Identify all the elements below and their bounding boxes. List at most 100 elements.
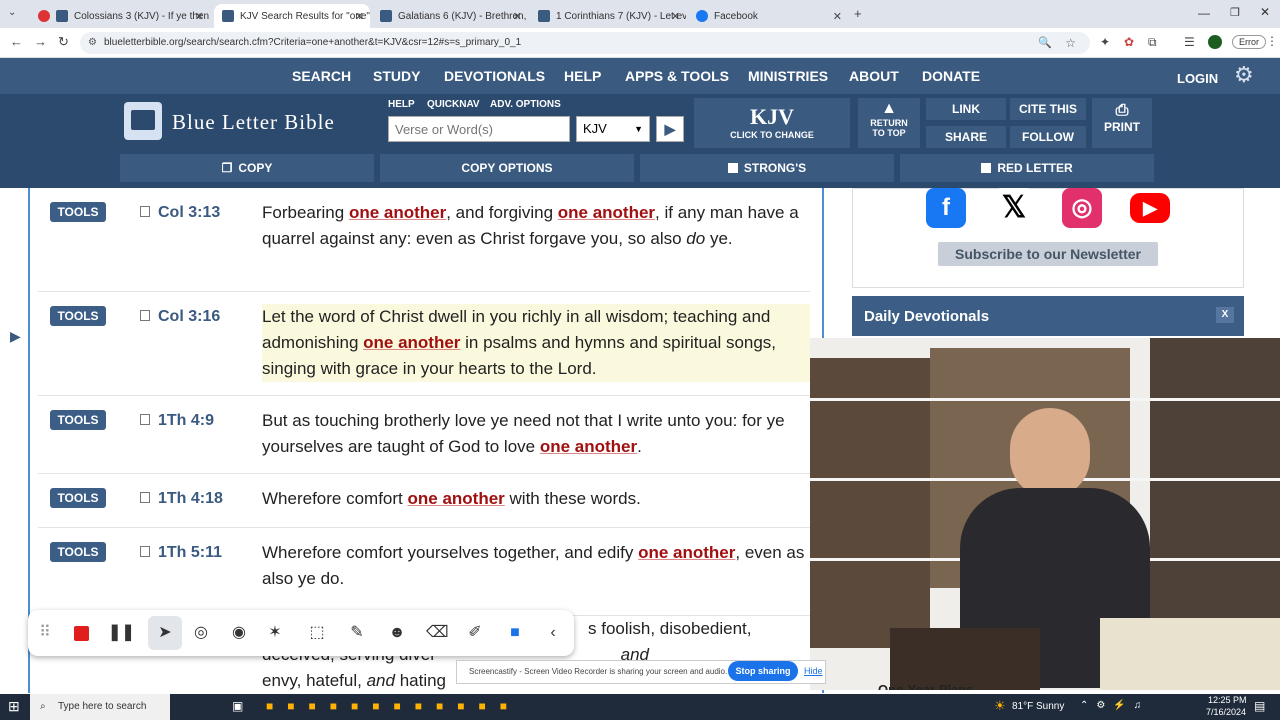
verse-reference[interactable]: 1Th 4:18 [140,490,223,508]
copy-verse-icon[interactable] [140,414,150,425]
extension-icon[interactable]: ✦ [1100,35,1110,49]
blb-logo-icon[interactable] [124,102,162,140]
tab-facebook[interactable]: Facebook ✕ [688,4,848,28]
nav-search[interactable]: SEARCH [292,68,351,84]
nav-donate[interactable]: DONATE [922,68,980,84]
tab-close-icon[interactable]: ✕ [355,10,364,23]
bookmark-star-icon[interactable]: ☆ [1065,32,1076,54]
nav-study[interactable]: STUDY [373,68,420,84]
search-go-button[interactable]: ▶ [656,116,684,142]
new-tab-icon[interactable]: + [854,6,862,21]
tab-close-icon[interactable]: ✕ [195,10,204,23]
link-button[interactable]: LINK [926,98,1006,120]
url-field[interactable]: ⚙ blueletterbible.org/search/search.cfm?… [80,32,1090,54]
stop-record-icon[interactable] [70,622,92,644]
back-icon[interactable]: ← [10,34,23,49]
hide-share-link[interactable]: Hide [804,666,823,676]
notification-icon[interactable]: ▤ [1254,699,1265,713]
search-term-highlight[interactable]: one another [363,333,460,352]
taskbar-app-icons[interactable]: ■■■■■■■■■■■■ [266,699,521,713]
share-button[interactable]: SHARE [926,126,1006,148]
pen-icon[interactable]: ✎ [346,622,368,644]
copy-verse-icon[interactable] [140,310,150,321]
region-select-icon[interactable]: ⬚ [306,622,328,644]
reload-icon[interactable]: ↻ [58,34,69,50]
verse-reference[interactable]: Col 3:16 [140,308,220,326]
extension-icon-2[interactable]: ✿ [1124,35,1134,49]
copy-verse-icon[interactable] [140,206,150,217]
search-term-highlight[interactable]: one another [638,543,735,562]
restore-icon[interactable]: ❐ [1230,6,1240,19]
tab-corinthians[interactable]: 1 Corinthians 7 (KJV) - Let ever ✕ [530,4,686,28]
nav-ministries[interactable]: MINISTRIES [748,68,828,84]
nav-about[interactable]: ABOUT [849,68,899,84]
tab-close-icon[interactable]: ✕ [671,10,680,23]
cursor-pointer-icon[interactable]: ➤ [148,616,182,650]
version-change-button[interactable]: KJV CLICK TO CHANGE [694,98,850,148]
nav-help[interactable]: HELP [564,68,601,84]
verse-search-input[interactable] [388,116,570,142]
tools-button[interactable]: TOOLS [50,410,106,430]
stop-sharing-button[interactable]: Stop sharing [728,661,798,681]
x-icon[interactable]: 𝕏 [994,188,1034,228]
profile-avatar[interactable] [1208,35,1222,49]
adv-options-link[interactable]: ADV. OPTIONS [490,99,561,110]
site-info-icon[interactable]: ⚙ [88,32,97,54]
task-view-icon[interactable]: ▣ [232,699,243,713]
tab-close-icon[interactable]: ✕ [833,10,842,23]
taskbar-search-input[interactable]: ⌕ Type here to search [30,694,170,720]
emoji-icon[interactable]: ☻ [386,622,408,644]
nav-devotionals[interactable]: DEVOTIONALS [444,68,545,84]
tools-button[interactable]: TOOLS [50,542,106,562]
search-term-highlight[interactable]: one another [558,203,655,222]
cite-button[interactable]: CITE THIS [1010,98,1086,120]
pause-icon[interactable]: ❚❚ [108,622,135,644]
spotlight-icon[interactable]: ◉ [228,622,250,644]
collapse-chevron-icon[interactable]: ‹ [542,622,564,644]
help-link[interactable]: HELP [388,99,415,110]
facebook-icon[interactable]: f [926,188,966,228]
tab-colossians[interactable]: Colossians 3 (KJV) - If ye then ✕ [30,4,210,28]
login-link[interactable]: LOGIN [1177,71,1218,86]
extensions-puzzle-icon[interactable]: ⧉ [1148,35,1157,50]
mute-pen-icon[interactable]: ✐ [464,622,486,644]
tab-search-icon[interactable]: ⌄ [8,7,16,18]
copy-verse-icon[interactable] [140,546,150,557]
version-select[interactable]: KJV ▼ [576,116,650,142]
side-panel-arrow-icon[interactable]: ▶ [10,328,21,345]
instagram-icon[interactable]: ◎ [1062,188,1102,228]
browser-menu-icon[interactable]: ⋮ [1266,34,1278,48]
follow-button[interactable]: FOLLOW [1010,126,1086,148]
return-to-top-button[interactable]: ▲ RETURN TO TOP [858,98,920,148]
reading-list-icon[interactable]: ☰ [1184,35,1195,49]
copy-button[interactable]: ❐ COPY [120,154,374,182]
verse-reference[interactable]: 1Th 4:9 [140,412,214,430]
forward-icon[interactable]: → [34,34,47,49]
close-window-icon[interactable]: ✕ [1260,5,1270,19]
verse-reference[interactable]: 1Th 5:11 [140,544,222,562]
tab-close-icon[interactable]: ✕ [513,10,522,23]
strongs-toggle[interactable]: STRONG'S [640,154,894,182]
tab-search-results[interactable]: KJV Search Results for "one" A ✕ [214,4,370,28]
site-logo-text[interactable]: Blue Letter Bible [172,110,335,135]
zoom-icon[interactable]: 🔍 [1038,32,1052,54]
nav-apps-tools[interactable]: APPS & TOOLS [625,68,729,84]
error-badge[interactable]: Error [1232,35,1266,49]
eraser-icon[interactable]: ⌫ [426,622,449,644]
settings-gear-icon[interactable]: ⚙ [1234,62,1254,88]
tools-button[interactable]: TOOLS [50,306,106,326]
copy-verse-icon[interactable] [140,492,150,503]
search-term-highlight[interactable]: one another [349,203,446,222]
search-term-highlight[interactable]: one another [408,489,505,508]
click-highlight-icon[interactable]: ◎ [190,622,212,644]
tray-icons[interactable]: ⌃⚙⚡♫ [1080,700,1149,711]
devotionals-close-button[interactable]: X [1216,307,1234,323]
start-icon[interactable]: ⊞ [8,698,20,715]
search-term-highlight[interactable]: one another [540,437,637,456]
tools-button[interactable]: TOOLS [50,202,106,222]
drag-handle-icon[interactable]: ⠿ [34,622,56,644]
tab-galatians[interactable]: Galatians 6 (KJV) - Brethren, if ✕ [372,4,528,28]
tools-button[interactable]: TOOLS [50,488,106,508]
minimize-icon[interactable]: — [1198,6,1210,20]
youtube-icon[interactable]: ▶ [1130,193,1170,223]
